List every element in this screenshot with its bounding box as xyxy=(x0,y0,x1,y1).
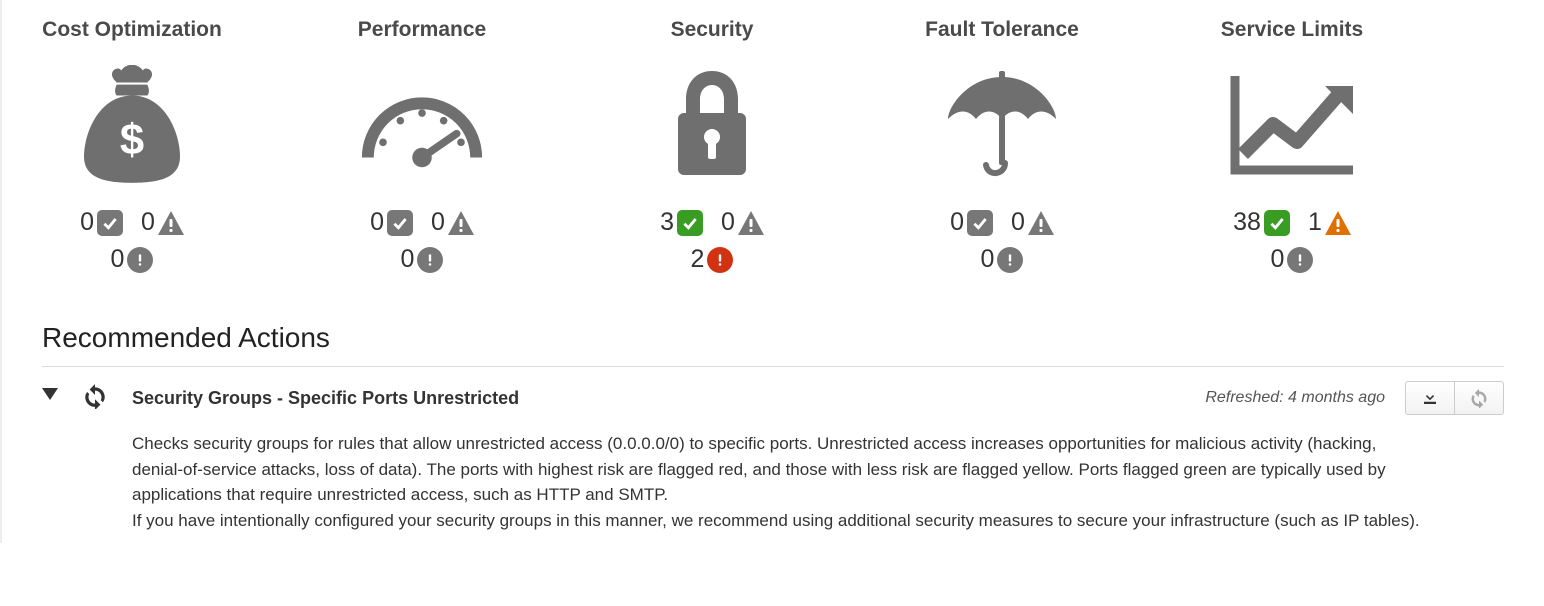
err-count: 2 xyxy=(691,245,734,274)
category-title: Security xyxy=(671,18,754,42)
category-counts: 0 0 0 xyxy=(370,208,474,282)
error-icon xyxy=(1287,247,1313,273)
lock-icon xyxy=(647,60,777,190)
category-title: Fault Tolerance xyxy=(925,18,1079,42)
check-icon xyxy=(97,210,123,236)
ok-count: 0 xyxy=(370,208,413,237)
warning-icon xyxy=(1028,211,1054,235)
section-title: Recommended Actions xyxy=(42,322,1504,354)
category-counts: 3 0 2 xyxy=(660,208,764,282)
err-count: 0 xyxy=(111,245,154,274)
action-description: Checks security groups for rules that al… xyxy=(132,431,1432,533)
error-icon xyxy=(417,247,443,273)
umbrella-icon xyxy=(937,60,1067,190)
refresh-icon[interactable] xyxy=(82,383,108,409)
warning-icon xyxy=(1325,211,1351,235)
category-counts: 0 0 0 xyxy=(950,208,1054,282)
warning-icon xyxy=(738,211,764,235)
action-para1: Checks security groups for rules that al… xyxy=(132,431,1432,508)
category-counts: 0 0 0 xyxy=(80,208,184,282)
category-title: Cost Optimization xyxy=(42,18,222,42)
action-buttons xyxy=(1405,381,1504,415)
gauge-icon xyxy=(357,60,487,190)
divider xyxy=(42,366,1504,367)
money-bag-icon: $ xyxy=(67,60,197,190)
refresh-button[interactable] xyxy=(1454,382,1503,414)
category-title: Service Limits xyxy=(1221,18,1363,42)
category-performance[interactable]: Performance 0 xyxy=(332,18,512,282)
ok-count: 38 xyxy=(1233,208,1290,237)
warn-count: 0 xyxy=(721,208,764,237)
refreshed-label: Refreshed: 4 months ago xyxy=(1205,389,1385,407)
action-para2: If you have intentionally configured you… xyxy=(132,508,1432,534)
action-title: Security Groups - Specific Ports Unrestr… xyxy=(132,388,519,409)
category-counts: 38 1 0 xyxy=(1233,208,1351,282)
error-icon xyxy=(127,247,153,273)
error-icon xyxy=(997,247,1023,273)
err-count: 0 xyxy=(1271,245,1314,274)
error-icon xyxy=(707,247,733,273)
category-fault-tolerance[interactable]: Fault Tolerance 0 0 xyxy=(912,18,1092,282)
check-icon xyxy=(967,210,993,236)
svg-text:$: $ xyxy=(120,116,144,164)
check-icon xyxy=(1264,210,1290,236)
warning-icon xyxy=(158,211,184,235)
err-count: 0 xyxy=(401,245,444,274)
expand-caret-icon[interactable] xyxy=(42,387,58,403)
category-security[interactable]: Security 3 0 xyxy=(622,18,802,282)
warn-count: 1 xyxy=(1308,208,1351,237)
ok-count: 3 xyxy=(660,208,703,237)
chart-up-icon xyxy=(1227,60,1357,190)
ok-count: 0 xyxy=(950,208,993,237)
category-service-limits[interactable]: Service Limits 38 1 xyxy=(1202,18,1382,282)
err-count: 0 xyxy=(981,245,1024,274)
download-button[interactable] xyxy=(1406,382,1454,414)
ok-count: 0 xyxy=(80,208,123,237)
category-row: Cost Optimization $ 0 0 xyxy=(42,18,1504,282)
action-item: Security Groups - Specific Ports Unrestr… xyxy=(42,381,1504,533)
warn-count: 0 xyxy=(141,208,184,237)
check-icon xyxy=(677,210,703,236)
category-title: Performance xyxy=(358,18,486,42)
category-cost-optimization[interactable]: Cost Optimization $ 0 0 xyxy=(42,18,222,282)
warn-count: 0 xyxy=(431,208,474,237)
check-icon xyxy=(387,210,413,236)
warning-icon xyxy=(448,211,474,235)
warn-count: 0 xyxy=(1011,208,1054,237)
